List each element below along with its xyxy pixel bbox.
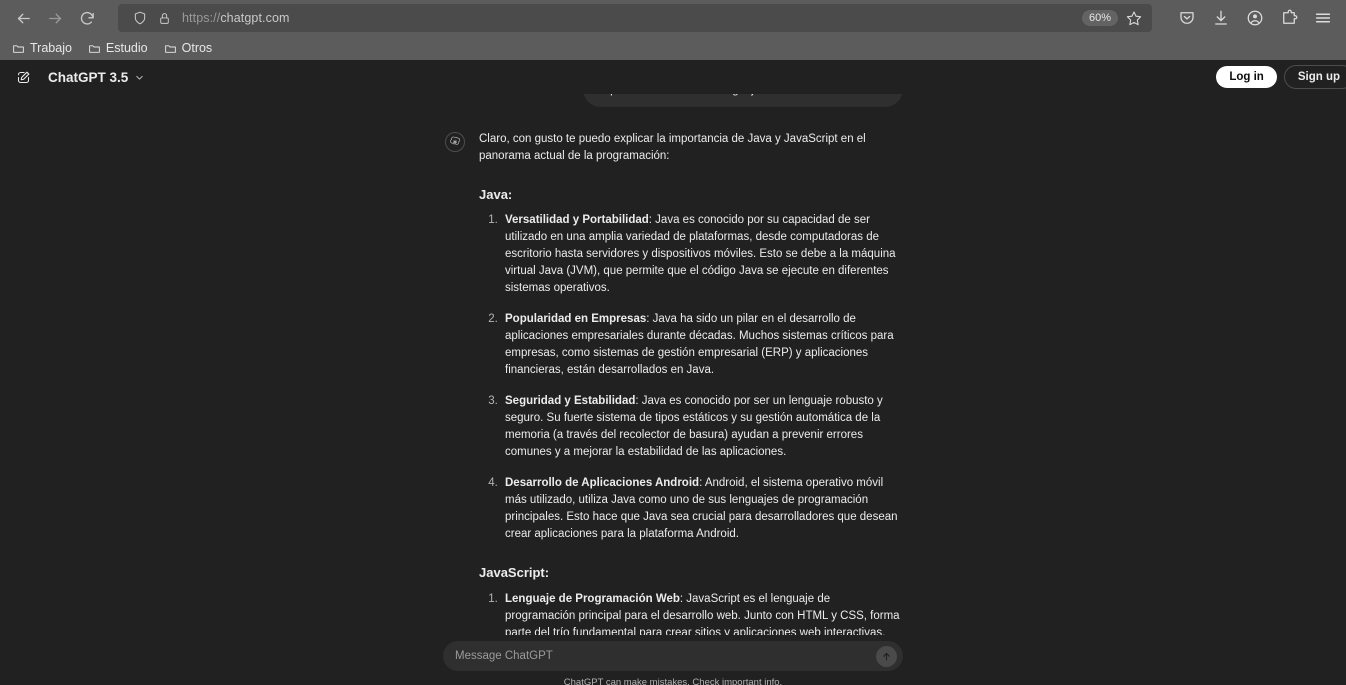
bookmarks-bar: Trabajo Estudio Otros [0,36,1346,60]
reload-button[interactable] [72,3,102,33]
message-input[interactable] [455,650,876,662]
list-item-term: Popularidad en Empresas [505,313,647,326]
url-host: chatgpt.com [220,11,290,25]
folder-icon [12,42,25,55]
new-chat-icon[interactable] [10,64,36,90]
list-item-term: Versatilidad y Portabilidad [505,214,649,227]
folder-icon [88,42,101,55]
extensions-icon[interactable] [1274,3,1304,33]
browser-navigation-toolbar: https://chatgpt.com 60% [0,0,1346,36]
bookmark-estudio[interactable]: Estudio [82,39,154,57]
model-name: ChatGPT 3.5 [48,69,129,85]
bookmark-otros[interactable]: Otros [158,39,219,57]
composer[interactable] [443,641,903,671]
java-list: Versatilidad y Portabilidad: Java es con… [501,212,903,543]
list-item: Popularidad en Empresas: Java ha sido un… [501,311,903,379]
auth-buttons: Log in Sign up [1216,65,1346,89]
section-heading-java: Java: [479,186,513,202]
model-switcher[interactable]: ChatGPT 3.5 [40,66,153,89]
list-item: Versatilidad y Portabilidad: Java es con… [501,212,903,297]
bookmark-label: Trabajo [30,41,72,55]
lock-icon[interactable] [152,12,176,25]
list-item-term: Seguridad y Estabilidad [505,395,636,408]
back-button[interactable] [8,3,38,33]
list-item: Lenguaje de Programación Web: JavaScript… [501,591,903,642]
bookmark-trabajo[interactable]: Trabajo [6,39,78,57]
browser-chrome: https://chatgpt.com 60% Trabajo Estudio … [0,0,1346,60]
account-icon[interactable] [1240,3,1270,33]
list-item-text: : Java es conocido por su capacidad de s… [505,214,896,295]
star-icon[interactable] [1122,10,1146,26]
bookmark-label: Otros [181,41,213,55]
login-button[interactable]: Log in [1216,66,1277,88]
url-scheme: https:// [182,11,221,25]
assistant-message: Claro, con gusto te puedo explicar la im… [443,131,903,685]
shield-icon[interactable] [128,11,152,25]
zoom-level-badge[interactable]: 60% [1081,10,1118,26]
forward-button[interactable] [40,3,70,33]
list-item-term: Lenguaje de Programación Web [505,592,680,605]
url-text[interactable]: https://chatgpt.com [176,11,1082,25]
menu-icon[interactable] [1308,3,1338,33]
message-thread: programacion Java y JavaScript, me indic… [443,60,903,685]
bookmark-label: Estudio [105,41,148,55]
browser-toolbar-right [1162,3,1338,33]
list-item: Desarrollo de Aplicaciones Android: Andr… [501,475,903,543]
openai-logo-icon [445,131,465,152]
section-heading-javascript: JavaScript: [479,565,550,581]
composer-container: ChatGPT can make mistakes. Check importa… [443,635,903,685]
conversation-scroll-area[interactable]: programacion Java y JavaScript, me indic… [0,60,1346,685]
chatgpt-top-bar: ChatGPT 3.5 Log in Sign up [0,60,1346,94]
url-bar[interactable]: https://chatgpt.com 60% [118,4,1152,32]
download-icon[interactable] [1206,3,1236,33]
folder-icon [164,42,177,55]
chevron-down-icon [134,72,145,83]
chatgpt-page: ChatGPT 3.5 Log in Sign up programacion … [0,60,1346,685]
assistant-message-body: Claro, con gusto te puedo explicar la im… [479,131,903,685]
footer-disclaimer: ChatGPT can make mistakes. Check importa… [563,677,783,685]
list-item: Seguridad y Estabilidad: Java es conocid… [501,393,903,461]
list-item-term: Desarrollo de Aplicaciones Android [505,477,700,490]
send-button[interactable] [876,645,897,667]
pocket-icon[interactable] [1172,3,1202,33]
signup-button[interactable]: Sign up [1283,65,1346,89]
assistant-intro: Claro, con gusto te puedo explicar la im… [479,132,866,162]
